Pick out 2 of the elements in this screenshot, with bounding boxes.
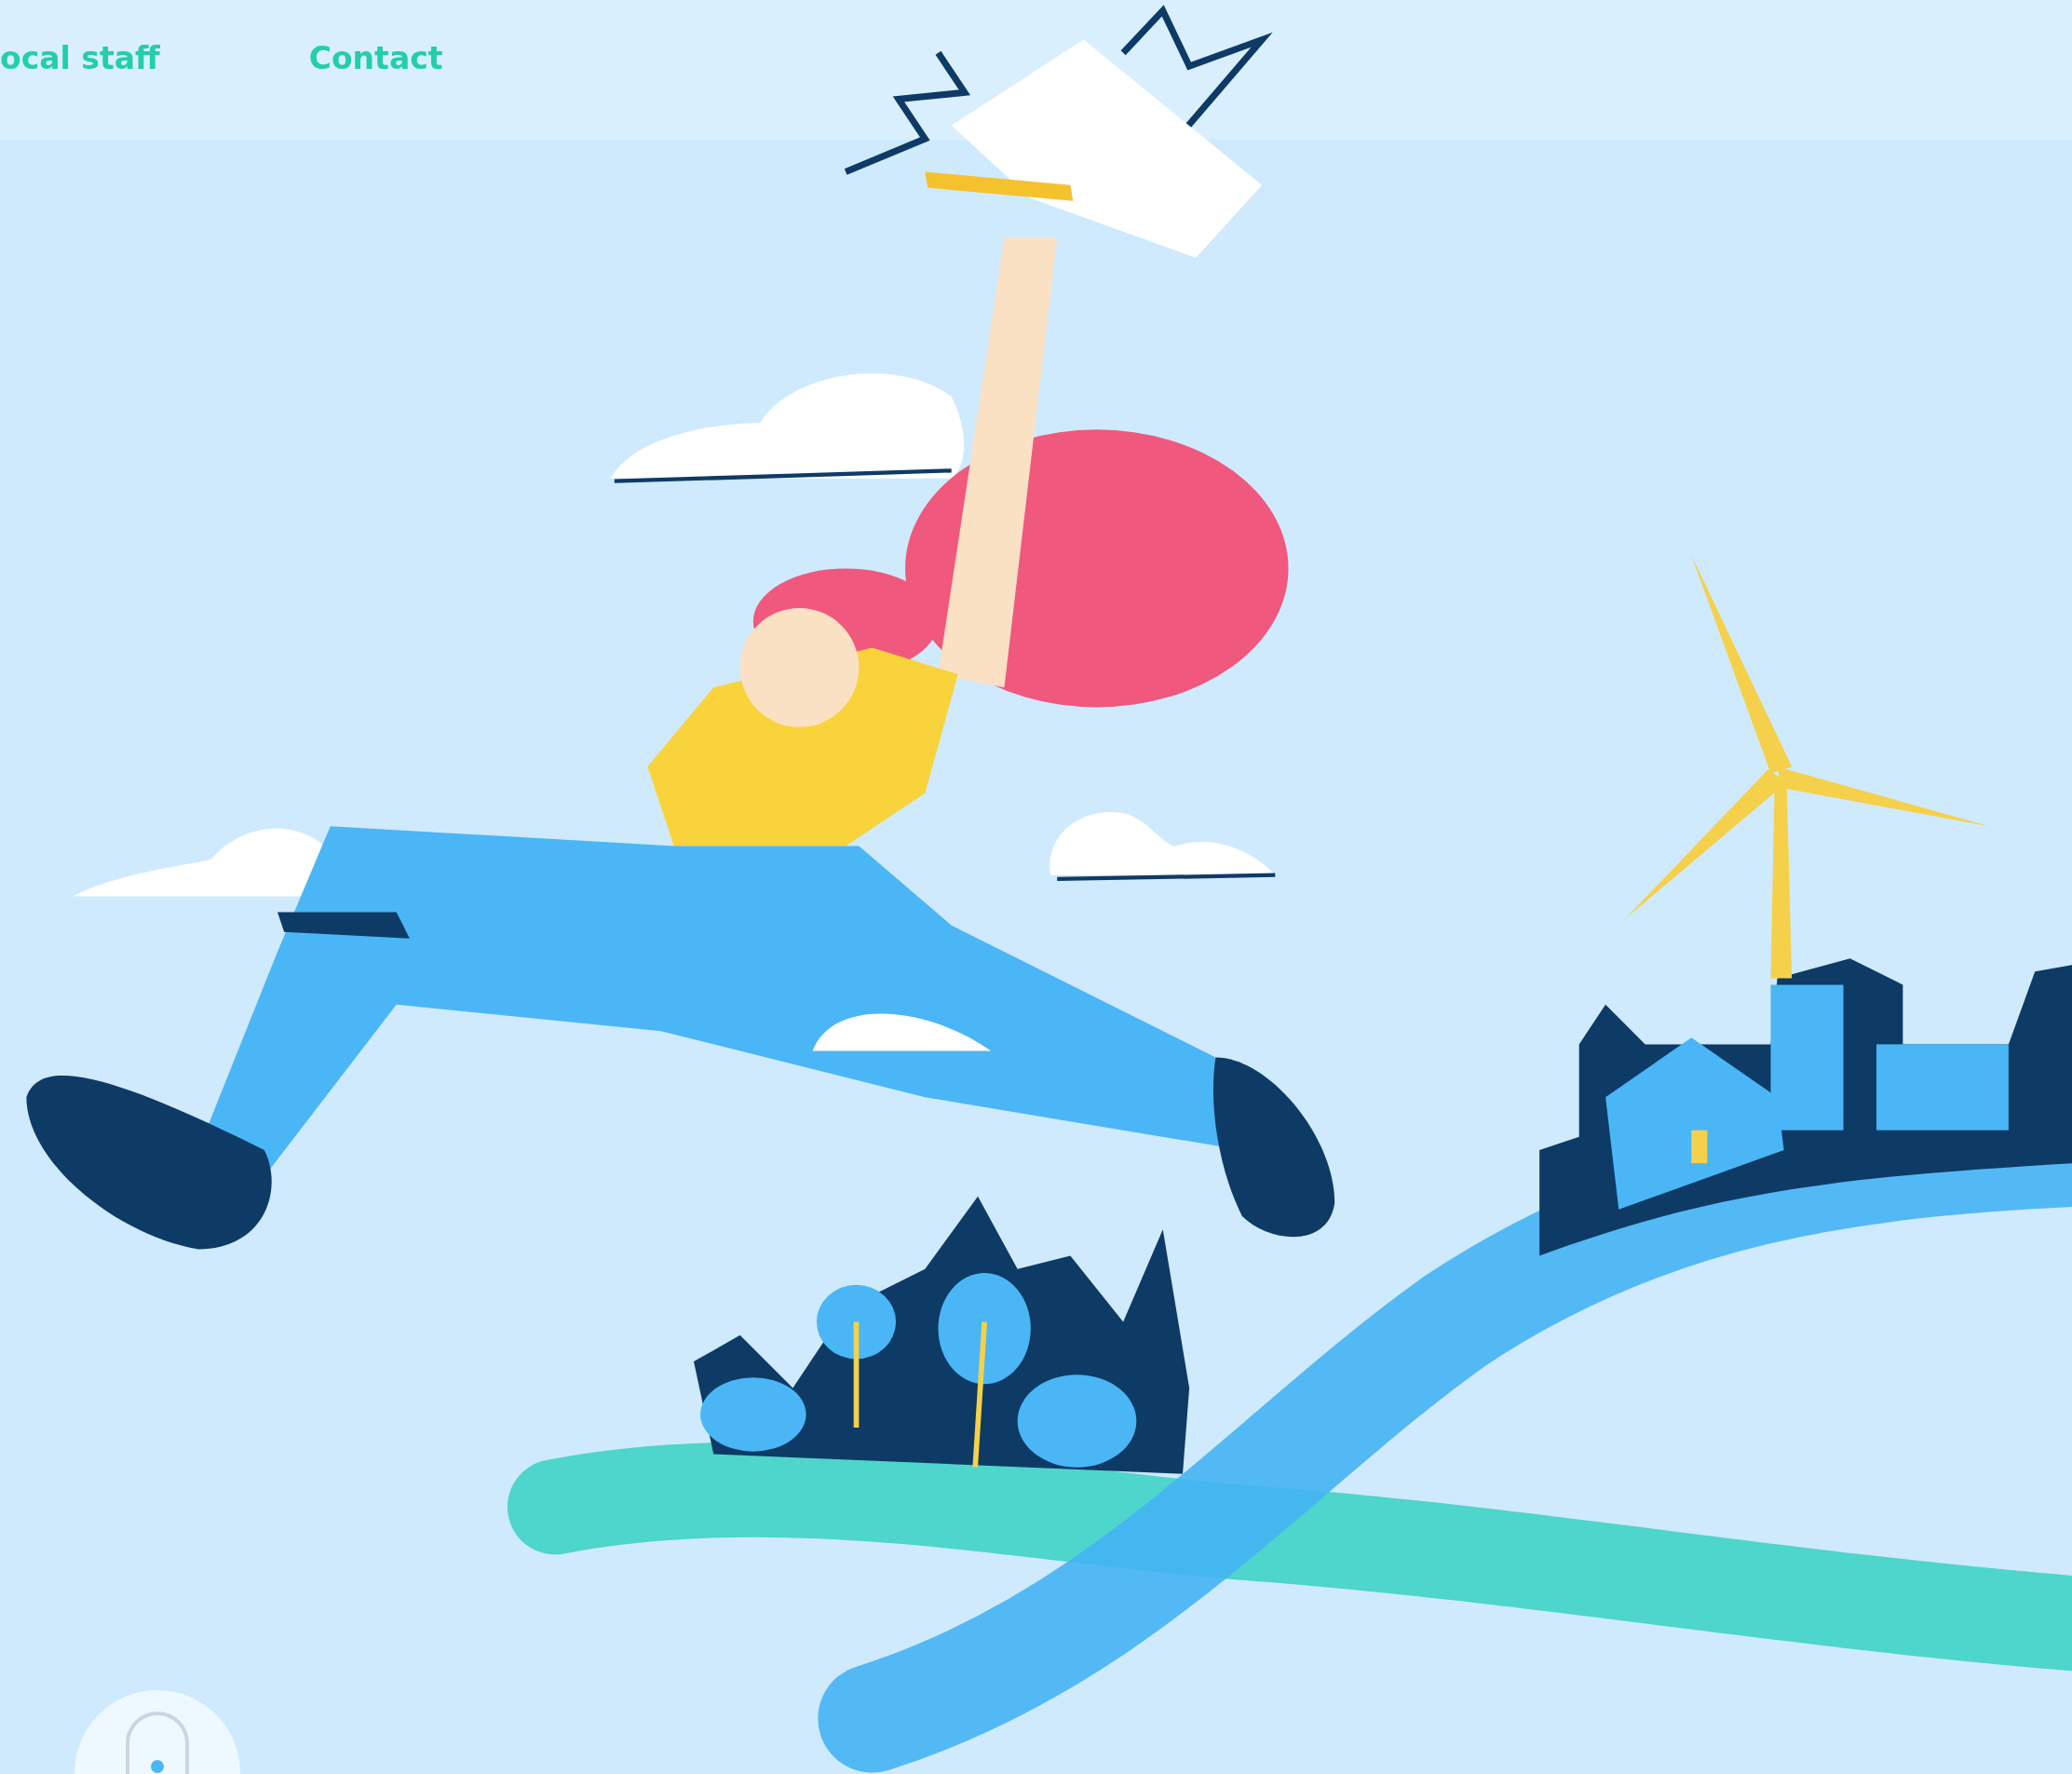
nav-link[interactable]: ocal staff — [0, 39, 160, 76]
nav-link[interactable]: Contact — [308, 39, 443, 76]
